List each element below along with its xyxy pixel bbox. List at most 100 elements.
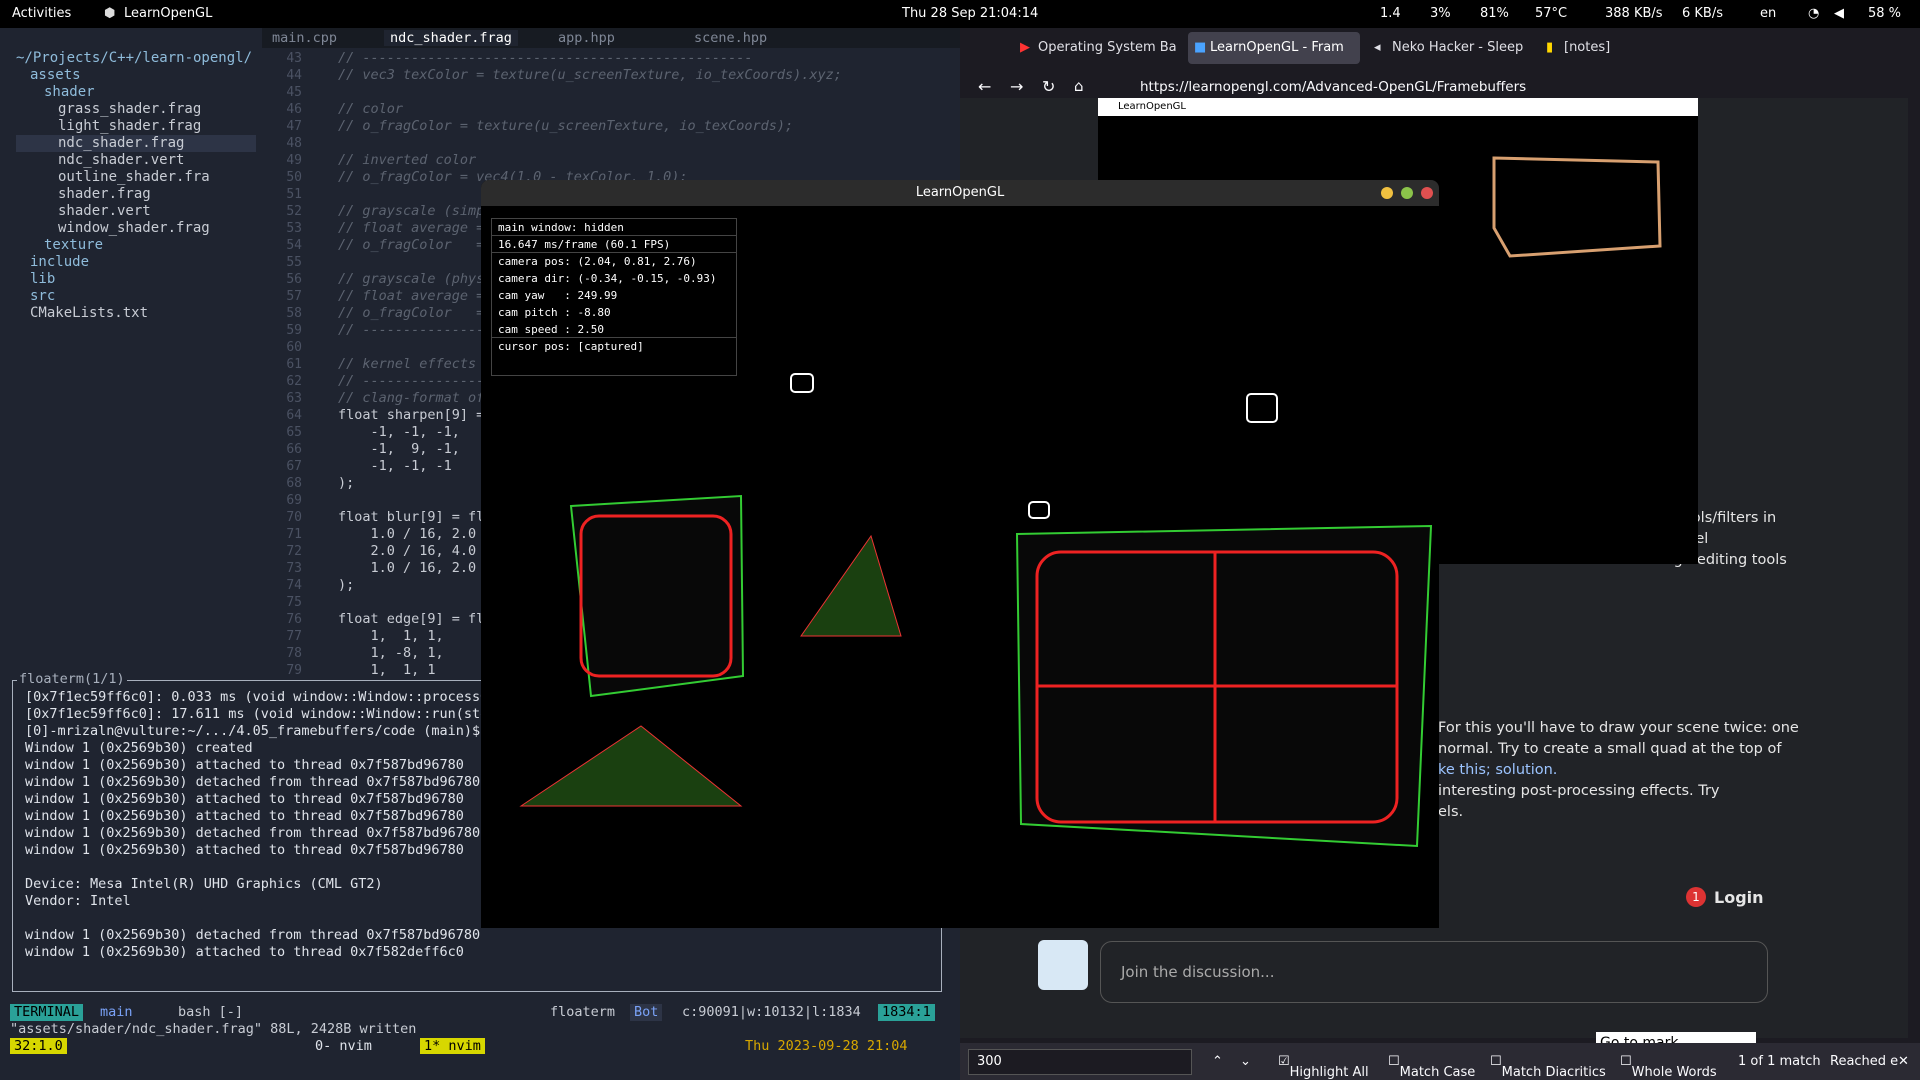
nav-bar: ← → ↻ ⌂ https://learnopengl.com/Advanced…: [968, 74, 1908, 100]
line-number: 79: [286, 663, 302, 678]
scroll-position: Bot: [630, 1004, 663, 1021]
focused-app-label[interactable]: LearnOpenGL: [124, 6, 212, 21]
close-button[interactable]: [1421, 187, 1433, 199]
filetype: floaterm: [550, 1004, 616, 1020]
temp-indicator: 57°C: [1535, 6, 1568, 21]
close-icon[interactable]: ✕: [1898, 1054, 1909, 1069]
file-tree[interactable]: ~/Projects/C++/learn-opengl/assets shader…: [16, 50, 256, 322]
line-number: 45: [286, 85, 302, 100]
tree-item[interactable]: texture: [16, 237, 256, 254]
match-diacritics-checkbox[interactable]: ☐ Match Diacritics: [1490, 1054, 1606, 1080]
net-up-indicator: 6 KB/s: [1682, 6, 1723, 21]
tree-item[interactable]: shader.frag: [16, 186, 256, 203]
line-number: 61: [286, 357, 302, 372]
login-button[interactable]: Login: [1714, 888, 1764, 907]
file-stats: c:90091|w:10132|l:1834: [682, 1004, 861, 1020]
window-title: LearnOpenGL: [481, 180, 1439, 206]
tree-item[interactable]: shader.vert: [16, 203, 256, 220]
tmux-date: Thu 2023-09-28 21:04: [745, 1038, 908, 1054]
command-message: "assets/shader/ndc_shader.frag" 88L, 242…: [10, 1021, 417, 1037]
home-icon[interactable]: ⌂: [1074, 77, 1084, 95]
line-number: 55: [286, 255, 302, 270]
browser-tab-notes[interactable]: ▮ [notes]: [1542, 32, 1702, 64]
tab-main-cpp[interactable]: main.cpp: [272, 30, 337, 46]
minimize-button[interactable]: [1381, 187, 1393, 199]
discussion-input[interactable]: Join the discussion...: [1100, 941, 1768, 1003]
page-favicon-icon: ▮: [1546, 40, 1554, 55]
tree-item[interactable]: include: [16, 254, 256, 271]
line-number: 51: [286, 187, 302, 202]
find-next-icon[interactable]: ⌄: [1240, 1054, 1251, 1069]
line-number: 63: [286, 391, 302, 406]
keyboard-layout[interactable]: en: [1760, 6, 1776, 21]
highlight-all-checkbox[interactable]: ☑ Highlight All: [1278, 1054, 1369, 1080]
browser-tab-learnopengl[interactable]: ■ LearnOpenGL - Fram: [1188, 32, 1360, 64]
find-bar: 300 ⌃ ⌄ ☑ Highlight All ☐ Match Case ☐ M…: [960, 1043, 1920, 1080]
line-number: 68: [286, 476, 302, 491]
git-branch: main: [100, 1004, 133, 1020]
learnopengl-window[interactable]: LearnOpenGL main window: hidden 16.647 m…: [481, 180, 1439, 928]
tree-item[interactable]: ndc_shader.vert: [16, 152, 256, 169]
line-number: 64: [286, 408, 302, 423]
tab-scene-hpp[interactable]: scene.hpp: [694, 30, 767, 46]
line-number: 65: [286, 425, 302, 440]
line-number: 56: [286, 272, 302, 287]
tree-item[interactable]: ndc_shader.frag: [16, 135, 256, 152]
clock[interactable]: Thu 28 Sep 21:04:14: [902, 6, 1038, 21]
tab-ndc-shader-frag[interactable]: ndc_shader.frag: [384, 30, 518, 46]
line-number: 60: [286, 340, 302, 355]
tree-item[interactable]: window_shader.frag: [16, 220, 256, 237]
tree-item[interactable]: CMakeLists.txt: [16, 305, 256, 322]
find-input[interactable]: 300: [968, 1049, 1192, 1075]
tree-item[interactable]: src: [16, 288, 256, 305]
line-number: 52: [286, 204, 302, 219]
reload-icon[interactable]: ↻: [1042, 77, 1055, 96]
floaterm-title: floaterm(1/1): [17, 671, 127, 688]
status-line: TERMINAL main bash [-] floaterm Bot c:90…: [10, 1004, 945, 1021]
crate-left: [569, 494, 745, 698]
browser-tab-neko[interactable]: ◂ Neko Hacker - Sleep: [1370, 32, 1542, 64]
browser-tab-os[interactable]: ▶ Operating System Ba: [1016, 32, 1188, 64]
page-favicon-icon: ■: [1194, 40, 1207, 55]
tree-item[interactable]: grass_shader.frag: [16, 101, 256, 118]
tree-item[interactable]: outline_shader.fra: [16, 169, 256, 186]
line-number: 54: [286, 238, 302, 253]
line-number: 74: [286, 578, 302, 593]
forward-icon[interactable]: →: [1010, 77, 1023, 96]
grass-center: [800, 534, 902, 637]
match-case-checkbox[interactable]: ☐ Match Case: [1388, 1054, 1475, 1080]
line-number: 48: [286, 136, 302, 151]
activities-button[interactable]: Activities: [12, 6, 71, 21]
find-status: Reached e: [1830, 1054, 1899, 1069]
line-number: 72: [286, 544, 302, 559]
whole-words-checkbox[interactable]: ☐ Whole Words: [1620, 1054, 1717, 1080]
battery-indicator[interactable]: 58 %: [1868, 6, 1901, 21]
volume-icon[interactable]: ◀: [1834, 6, 1844, 21]
line-number: 62: [286, 374, 302, 389]
back-icon[interactable]: ←: [978, 77, 991, 96]
line-number: 70: [286, 510, 302, 525]
tree-item[interactable]: assets: [16, 67, 256, 84]
paragraph-exercises: For this you'll have to draw your scene …: [1438, 720, 1799, 820]
wifi-icon[interactable]: ◔: [1808, 6, 1819, 21]
tree-item[interactable]: lib: [16, 271, 256, 288]
tree-item[interactable]: shader: [16, 84, 256, 101]
find-prev-icon[interactable]: ⌃: [1212, 1054, 1223, 1069]
line-number: 59: [286, 323, 302, 338]
line-number: 47: [286, 119, 302, 134]
line-number: 66: [286, 442, 302, 457]
maximize-button[interactable]: [1401, 187, 1413, 199]
url-bar[interactable]: https://learnopengl.com/Advanced-OpenGL/…: [1106, 74, 1596, 100]
tree-item[interactable]: light_shader.frag: [16, 118, 256, 135]
tab-app-hpp[interactable]: app.hpp: [558, 30, 615, 46]
tmux-bar: 32:1.0 0- nvim 1* nvim Thu 2023-09-28 21…: [10, 1038, 950, 1056]
line-number: 49: [286, 153, 302, 168]
find-count: 1 of 1 match: [1738, 1054, 1821, 1069]
tree-item[interactable]: ~/Projects/C++/learn-opengl/: [16, 50, 256, 67]
page-favicon-icon: ◂: [1374, 40, 1381, 55]
tmux-window-0[interactable]: 0- nvim: [315, 1038, 372, 1054]
notification-badge[interactable]: 1: [1686, 887, 1706, 907]
tmux-window-1[interactable]: 1* nvim: [420, 1038, 485, 1054]
load-indicator: 1.4: [1380, 6, 1401, 21]
